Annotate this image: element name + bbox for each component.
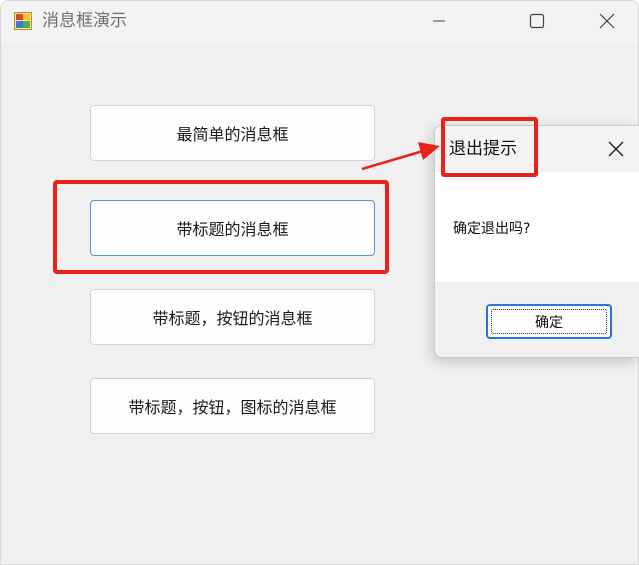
annotation-arrow <box>361 142 440 171</box>
